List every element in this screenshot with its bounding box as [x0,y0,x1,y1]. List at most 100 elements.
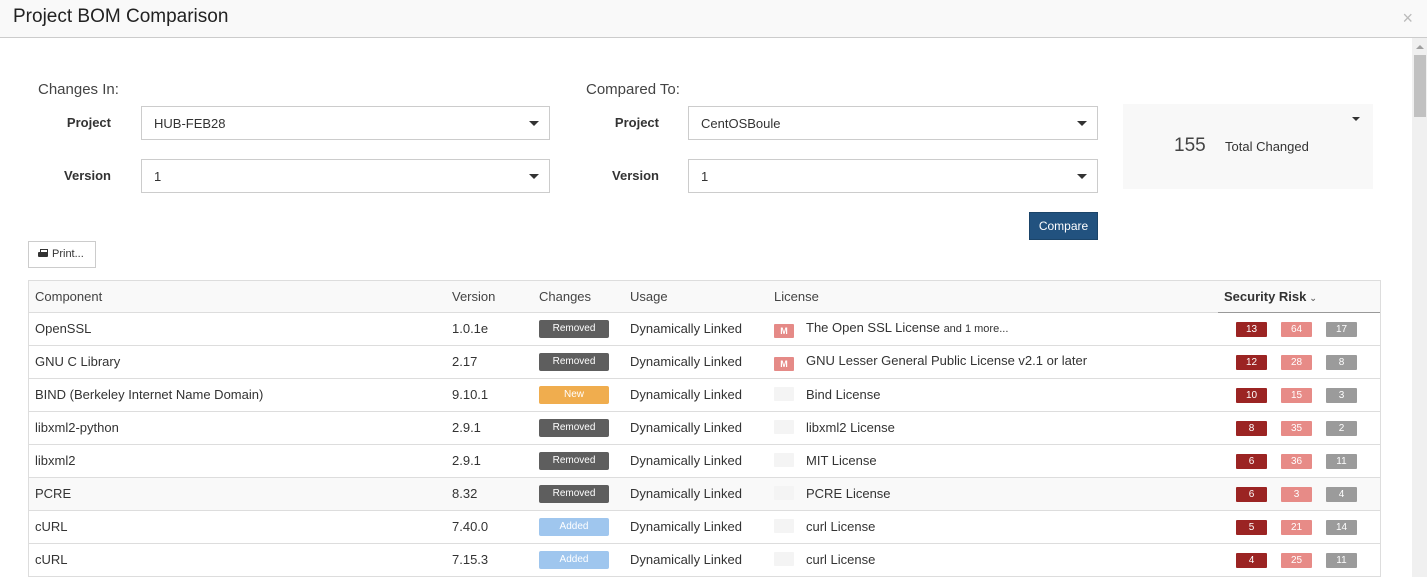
modal-title: Project BOM Comparison [13,6,229,27]
security-risk-header-label: Security Risk [1224,288,1307,304]
risk-low-count[interactable]: 3 [1326,388,1357,403]
risk-low-count[interactable]: 4 [1326,487,1357,502]
risk-high-count[interactable]: 8 [1236,421,1267,436]
compared-to-version-select[interactable]: 1 [688,159,1098,193]
license-name[interactable]: PCRE License [806,486,891,501]
risk-medium-count[interactable]: 64 [1281,322,1312,337]
change-badge: Added [539,551,609,569]
compared-to-project-label: Project [614,115,659,130]
changes-in-version-label: Version [64,168,111,183]
component-name[interactable]: libxml2-python [29,411,446,445]
table-row[interactable]: OpenSSL 1.0.1e Removed Dynamically Linke… [29,312,1380,346]
compared-to-version-value: 1 [701,169,709,184]
license-modified-tag: M [774,323,794,338]
security-risk-cell: 4 25 11 [1218,543,1380,577]
printer-icon [38,249,48,258]
risk-medium-count[interactable]: 3 [1281,487,1312,502]
component-name[interactable]: libxml2 [29,444,446,478]
risk-high-count[interactable]: 12 [1236,355,1267,370]
column-header-security-risk[interactable]: Security Risk ⌄ [1218,281,1380,313]
bom-comparison-table: Component Version Changes Usage License … [28,280,1381,577]
risk-low-count[interactable]: 2 [1326,421,1357,436]
license-name[interactable]: Bind License [806,387,880,402]
column-header-version[interactable]: Version [446,281,533,313]
component-version: 9.10.1 [446,378,533,412]
license-cell: M The Open SSL License and 1 more... [768,312,1218,346]
license-modified-tag: M [774,356,794,371]
risk-high-count[interactable]: 5 [1236,520,1267,535]
change-cell: Removed [533,477,624,511]
column-header-usage[interactable]: Usage [624,281,768,313]
security-risk-cell: 6 36 11 [1218,444,1380,478]
risk-low-count[interactable]: 14 [1326,520,1357,535]
license-name[interactable]: The Open SSL License [806,320,940,335]
risk-low-count[interactable]: 8 [1326,355,1357,370]
summary-dropdown-icon[interactable] [1352,117,1360,121]
change-cell: Added [533,510,624,544]
risk-high-count[interactable]: 4 [1236,553,1267,568]
license-name[interactable]: libxml2 License [806,420,895,435]
component-version: 7.40.0 [446,510,533,544]
usage-cell: Dynamically Linked [624,477,768,511]
table-row[interactable]: cURL 7.15.3 Added Dynamically Linked cur… [29,543,1380,577]
component-name[interactable]: cURL [29,510,446,544]
component-name[interactable]: BIND (Berkeley Internet Name Domain) [29,378,446,412]
risk-medium-count[interactable]: 25 [1281,553,1312,568]
change-cell: Removed [533,345,624,379]
change-badge: Removed [539,452,609,470]
risk-medium-count[interactable]: 28 [1281,355,1312,370]
license-name[interactable]: curl License [806,552,875,567]
risk-low-count[interactable]: 17 [1326,322,1357,337]
risk-high-count[interactable]: 6 [1236,487,1267,502]
risk-high-count[interactable]: 10 [1236,388,1267,403]
column-header-changes[interactable]: Changes [533,281,624,313]
component-name[interactable]: cURL [29,543,446,577]
vertical-scrollbar[interactable] [1412,38,1427,577]
table-row[interactable]: BIND (Berkeley Internet Name Domain) 9.1… [29,378,1380,412]
modal-header: Project BOM Comparison × [0,0,1427,38]
license-name[interactable]: GNU Lesser General Public License v2.1 o… [806,353,1087,368]
risk-medium-count[interactable]: 35 [1281,421,1312,436]
close-icon[interactable]: × [1402,9,1413,27]
risk-medium-count[interactable]: 21 [1281,520,1312,535]
changes-in-version-select[interactable]: 1 [141,159,550,193]
compared-to-project-value: CentOSBoule [701,116,781,131]
column-header-license[interactable]: License [768,281,1218,313]
license-name[interactable]: curl License [806,519,875,534]
scroll-up-arrow-icon[interactable] [1416,45,1424,49]
column-header-component[interactable]: Component [29,281,446,313]
compared-to-project-select[interactable]: CentOSBoule [688,106,1098,140]
changes-in-project-select[interactable]: HUB-FEB28 [141,106,550,140]
license-more-link[interactable]: and 1 more... [944,323,1009,335]
license-modified-tag [774,387,794,401]
license-modified-tag [774,420,794,434]
risk-low-count[interactable]: 11 [1326,553,1357,568]
changes-in-project-value: HUB-FEB28 [154,116,226,131]
risk-high-count[interactable]: 13 [1236,322,1267,337]
table-row[interactable]: libxml2 2.9.1 Removed Dynamically Linked… [29,444,1380,478]
compare-button[interactable]: Compare [1029,212,1098,240]
security-risk-cell: 10 15 3 [1218,378,1380,412]
change-badge: Added [539,518,609,536]
component-name[interactable]: GNU C Library [29,345,446,379]
risk-medium-count[interactable]: 36 [1281,454,1312,469]
scroll-thumb[interactable] [1414,55,1426,117]
risk-medium-count[interactable]: 15 [1281,388,1312,403]
table-row[interactable]: cURL 7.40.0 Added Dynamically Linked cur… [29,510,1380,544]
license-cell: MIT License [768,444,1218,478]
changes-in-project-label: Project [66,115,111,130]
changes-in-label: Changes In: [38,81,119,98]
component-name[interactable]: PCRE [29,477,446,511]
table-row[interactable]: GNU C Library 2.17 Removed Dynamically L… [29,345,1380,379]
print-button[interactable]: Print... [28,241,96,268]
component-version: 8.32 [446,477,533,511]
risk-high-count[interactable]: 6 [1236,454,1267,469]
component-name[interactable]: OpenSSL [29,312,446,346]
license-name[interactable]: MIT License [806,453,877,468]
usage-cell: Dynamically Linked [624,510,768,544]
change-badge: New [539,386,609,404]
table-row[interactable]: PCRE 8.32 Removed Dynamically Linked PCR… [29,477,1380,511]
risk-low-count[interactable]: 11 [1326,454,1357,469]
component-version: 2.17 [446,345,533,379]
table-row[interactable]: libxml2-python 2.9.1 Removed Dynamically… [29,411,1380,445]
